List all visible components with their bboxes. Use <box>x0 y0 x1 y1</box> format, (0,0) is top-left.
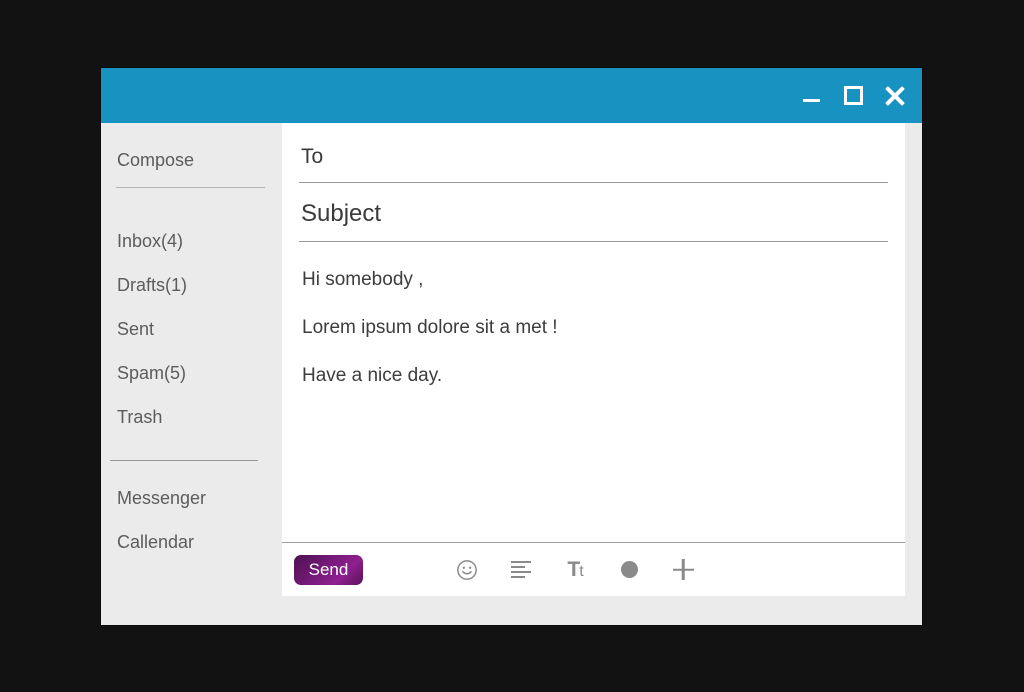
send-button[interactable]: Send <box>294 554 363 585</box>
text-format-glyph: Tt <box>567 558 583 581</box>
desktop-background: Compose Inbox(4) Drafts(1) Sent Spam(5) … <box>0 0 1024 692</box>
emoji-icon[interactable] <box>454 557 480 583</box>
compose-panel-wrapper: To Subject Hi somebody , Lorem ipsum dol… <box>282 123 922 625</box>
compose-panel: To Subject Hi somebody , Lorem ipsum dol… <box>282 123 905 596</box>
toolbar-icons: Tt <box>454 557 696 583</box>
subject-field-row: Subject <box>299 183 888 242</box>
close-button[interactable] <box>882 83 908 109</box>
body-line: Hi somebody , <box>302 269 424 290</box>
message-body-input[interactable]: Hi somebody , Lorem ipsum dolore sit a m… <box>282 242 905 542</box>
attach-more-icon[interactable] <box>670 557 696 583</box>
sidebar-item-drafts[interactable]: Drafts(1) <box>101 276 282 294</box>
maximize-icon <box>843 86 863 105</box>
minimize-icon <box>802 99 820 102</box>
compose-fields: To Subject <box>282 123 905 242</box>
email-compose-window: Compose Inbox(4) Drafts(1) Sent Spam(5) … <box>101 68 922 625</box>
sidebar-nav: Inbox(4) Drafts(1) Sent Spam(5) Trash <box>101 232 282 426</box>
sidebar-filler <box>101 551 282 625</box>
sidebar-divider-top <box>116 187 265 188</box>
sidebar-item-messenger[interactable]: Messenger <box>101 489 282 507</box>
window-titlebar[interactable] <box>101 68 922 123</box>
subject-input[interactable]: Subject <box>299 183 888 241</box>
window-body: Compose Inbox(4) Drafts(1) Sent Spam(5) … <box>101 123 922 625</box>
color-dot-glyph <box>620 561 638 578</box>
to-field-row: To <box>299 123 888 183</box>
sidebar-item-inbox[interactable]: Inbox(4) <box>101 232 282 250</box>
sidebar-item-compose[interactable]: Compose <box>101 151 282 169</box>
sidebar-item-trash[interactable]: Trash <box>101 408 282 426</box>
sidebar-item-spam[interactable]: Spam(5) <box>101 364 282 382</box>
to-input[interactable]: To <box>299 123 888 182</box>
text-format-icon[interactable]: Tt <box>562 557 588 583</box>
align-left-glyph <box>511 560 531 579</box>
close-icon <box>884 85 906 107</box>
color-dot-icon[interactable] <box>616 557 642 583</box>
plus-glyph <box>673 559 694 580</box>
maximize-button[interactable] <box>840 83 866 109</box>
window-controls <box>798 83 908 109</box>
sidebar-item-callendar[interactable]: Callendar <box>101 533 282 551</box>
sidebar-apps: Messenger Callendar <box>101 489 282 551</box>
align-left-icon[interactable] <box>508 557 534 583</box>
minimize-button[interactable] <box>798 83 824 109</box>
compose-toolbar: Send Tt <box>282 542 905 596</box>
body-line: Have a nice day. <box>302 364 443 386</box>
sidebar-item-sent[interactable]: Sent <box>101 320 282 338</box>
sidebar-divider-bottom <box>110 460 258 461</box>
body-line: Lorem ipsum dolore sit a met ! <box>302 316 558 338</box>
sidebar: Compose Inbox(4) Drafts(1) Sent Spam(5) … <box>101 123 282 625</box>
